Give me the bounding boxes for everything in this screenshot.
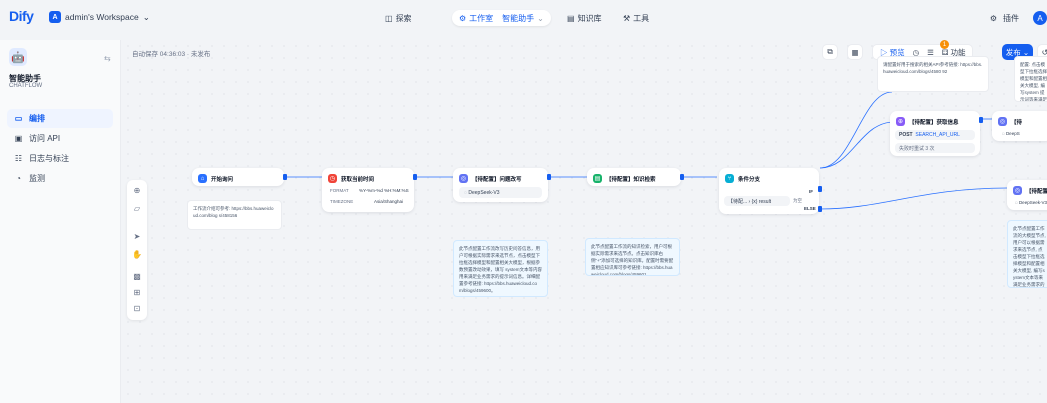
chevron-down-icon: ⌄	[537, 13, 544, 23]
collapse-sidebar-icon[interactable]: ⇆	[104, 54, 111, 63]
book-icon: ▤	[567, 13, 575, 23]
llm-rewrite-note[interactable]: 此节点配置工作流改写历史问答信息，用户可根据实际需求来选节点，点击模型下拉框选择…	[453, 240, 548, 297]
app-sidebar: 🤖 ⇆ 智能助手 CHATFLOW ▭ 编排 ▣ 访问 API ☷ 日志与标注 ◔ 监测	[0, 40, 121, 403]
top-bar: Dify A admin's Workspace ⌄ ◫ 探索 ⚙ 工作室 智能助手…	[0, 0, 1047, 40]
compass-icon: ◫	[385, 13, 393, 23]
robot-icon: ⚙	[459, 13, 467, 23]
right-top-note[interactable]: 配置: 点击模型下拉框选择模型和配置相关大模型, 编写system 提示词等来满…	[1014, 56, 1047, 102]
llm-icon: ◎	[1013, 186, 1022, 195]
workspace-avatar: A	[49, 11, 61, 23]
logs-icon: ☷	[14, 154, 23, 163]
else-handle[interactable]	[818, 206, 822, 212]
output-handle[interactable]	[283, 174, 287, 180]
chevron-down-icon: ⌄	[142, 11, 150, 22]
globe-icon: ⊕	[896, 117, 905, 126]
sidebar-item-orchestrate[interactable]: ▭ 编排	[7, 109, 113, 128]
sidebar-item-api[interactable]: ▣ 访问 API	[7, 129, 113, 148]
node-llm-answer[interactable]: ◎【待配置】 ◌ DeepSeek-V3	[1007, 180, 1047, 210]
plugins-link[interactable]: 插件	[1003, 13, 1019, 24]
knowledge-note[interactable]: 此节点配置工作流的知识检索，用户可根据实际需求来选节点。点击知识库右侧“+”添加…	[585, 238, 680, 276]
node-if-else[interactable]: ⑂ 条件分支 IF 【待配... › {x} result 为空 ELSE	[719, 168, 822, 214]
node-get-time[interactable]: ◷ 获取当前时间 FORMAT %Y-%m-%d %H:%M:%S TIMEZON…	[322, 168, 417, 212]
node-http-request[interactable]: ⊕ 【待配置】获取信息 POST SEARCH_API_URL 失败时重试 3 次	[890, 111, 983, 156]
app-icon: 🤖	[9, 48, 27, 66]
start-note[interactable]: 工作流介绍可参考: https://bbs.huaweicloud.com/bl…	[187, 200, 282, 230]
sidebar-item-monitor[interactable]: ◔ 监测	[7, 169, 113, 188]
user-avatar[interactable]: A	[1033, 11, 1047, 25]
model-selector[interactable]: ◌ DeepSeek-V3	[459, 187, 542, 198]
node-partial-top[interactable]: ◎ 【待 ◌ DeepS	[992, 111, 1047, 141]
layout-icon: ▭	[14, 114, 23, 123]
nav-tools[interactable]: ⚒ 工具	[623, 10, 649, 26]
retry-setting: 失败时重试 3 次	[895, 143, 975, 153]
output-handle[interactable]	[413, 174, 417, 180]
workspace-switcher[interactable]: A admin's Workspace ⌄	[49, 11, 150, 23]
nav-explore[interactable]: ◫ 探索	[385, 10, 412, 26]
monitor-icon: ◔	[16, 174, 21, 183]
llm-answer-note[interactable]: 此节点配置工作流的大模型节点, 用户可以根据需求来选节点, 点击模型下拉框选择模…	[1007, 220, 1047, 288]
llm-icon: ◎	[459, 174, 468, 183]
http-note[interactable]: 请配置好用于搜索的相关API参考链接: https://bbs.huaweicl…	[877, 56, 989, 92]
database-icon: ▤	[593, 174, 602, 183]
node-knowledge-retrieval[interactable]: ▤ 【待配置】知识检索	[587, 168, 684, 186]
sidebar-item-logs[interactable]: ☷ 日志与标注	[7, 149, 113, 168]
output-handle[interactable]	[680, 174, 684, 180]
clock-icon: ◷	[328, 174, 337, 183]
branch-condition[interactable]: 【待配... › {x} result	[724, 196, 790, 206]
tool-icon: ⚒	[623, 13, 631, 23]
node-llm-rewrite[interactable]: ◎ 【待配置】问题改写 ◌ DeepSeek-V3	[453, 168, 551, 202]
http-url: POST SEARCH_API_URL	[895, 130, 975, 140]
workspace-name: admin's Workspace	[65, 12, 139, 22]
llm-icon: ◎	[998, 117, 1007, 126]
output-handle[interactable]	[547, 174, 551, 180]
plugin-icon: ⚙	[989, 13, 997, 23]
terminal-icon: ▣	[14, 134, 23, 143]
home-icon: ⌂	[198, 174, 207, 183]
nav-knowledge[interactable]: ▤ 知识库	[567, 10, 602, 26]
dify-logo[interactable]: Dify	[9, 8, 34, 24]
node-start[interactable]: ⌂ 开始询问	[192, 168, 287, 186]
app-type: CHATFLOW	[9, 83, 43, 89]
nav-studio[interactable]: ⚙ 工作室 智能助手 ⌄	[452, 10, 551, 26]
if-handle[interactable]	[818, 186, 822, 192]
output-handle[interactable]	[979, 117, 983, 123]
current-app-switcher[interactable]: 智能助手	[502, 13, 534, 24]
workflow-canvas[interactable]: 自动保存 04:36:03 · 未发布 ⧉ ▦ ▷ 预览 ◷ ☰ ⚃ 功能 1 …	[122, 40, 1047, 403]
branch-icon: ⑂	[725, 174, 734, 183]
